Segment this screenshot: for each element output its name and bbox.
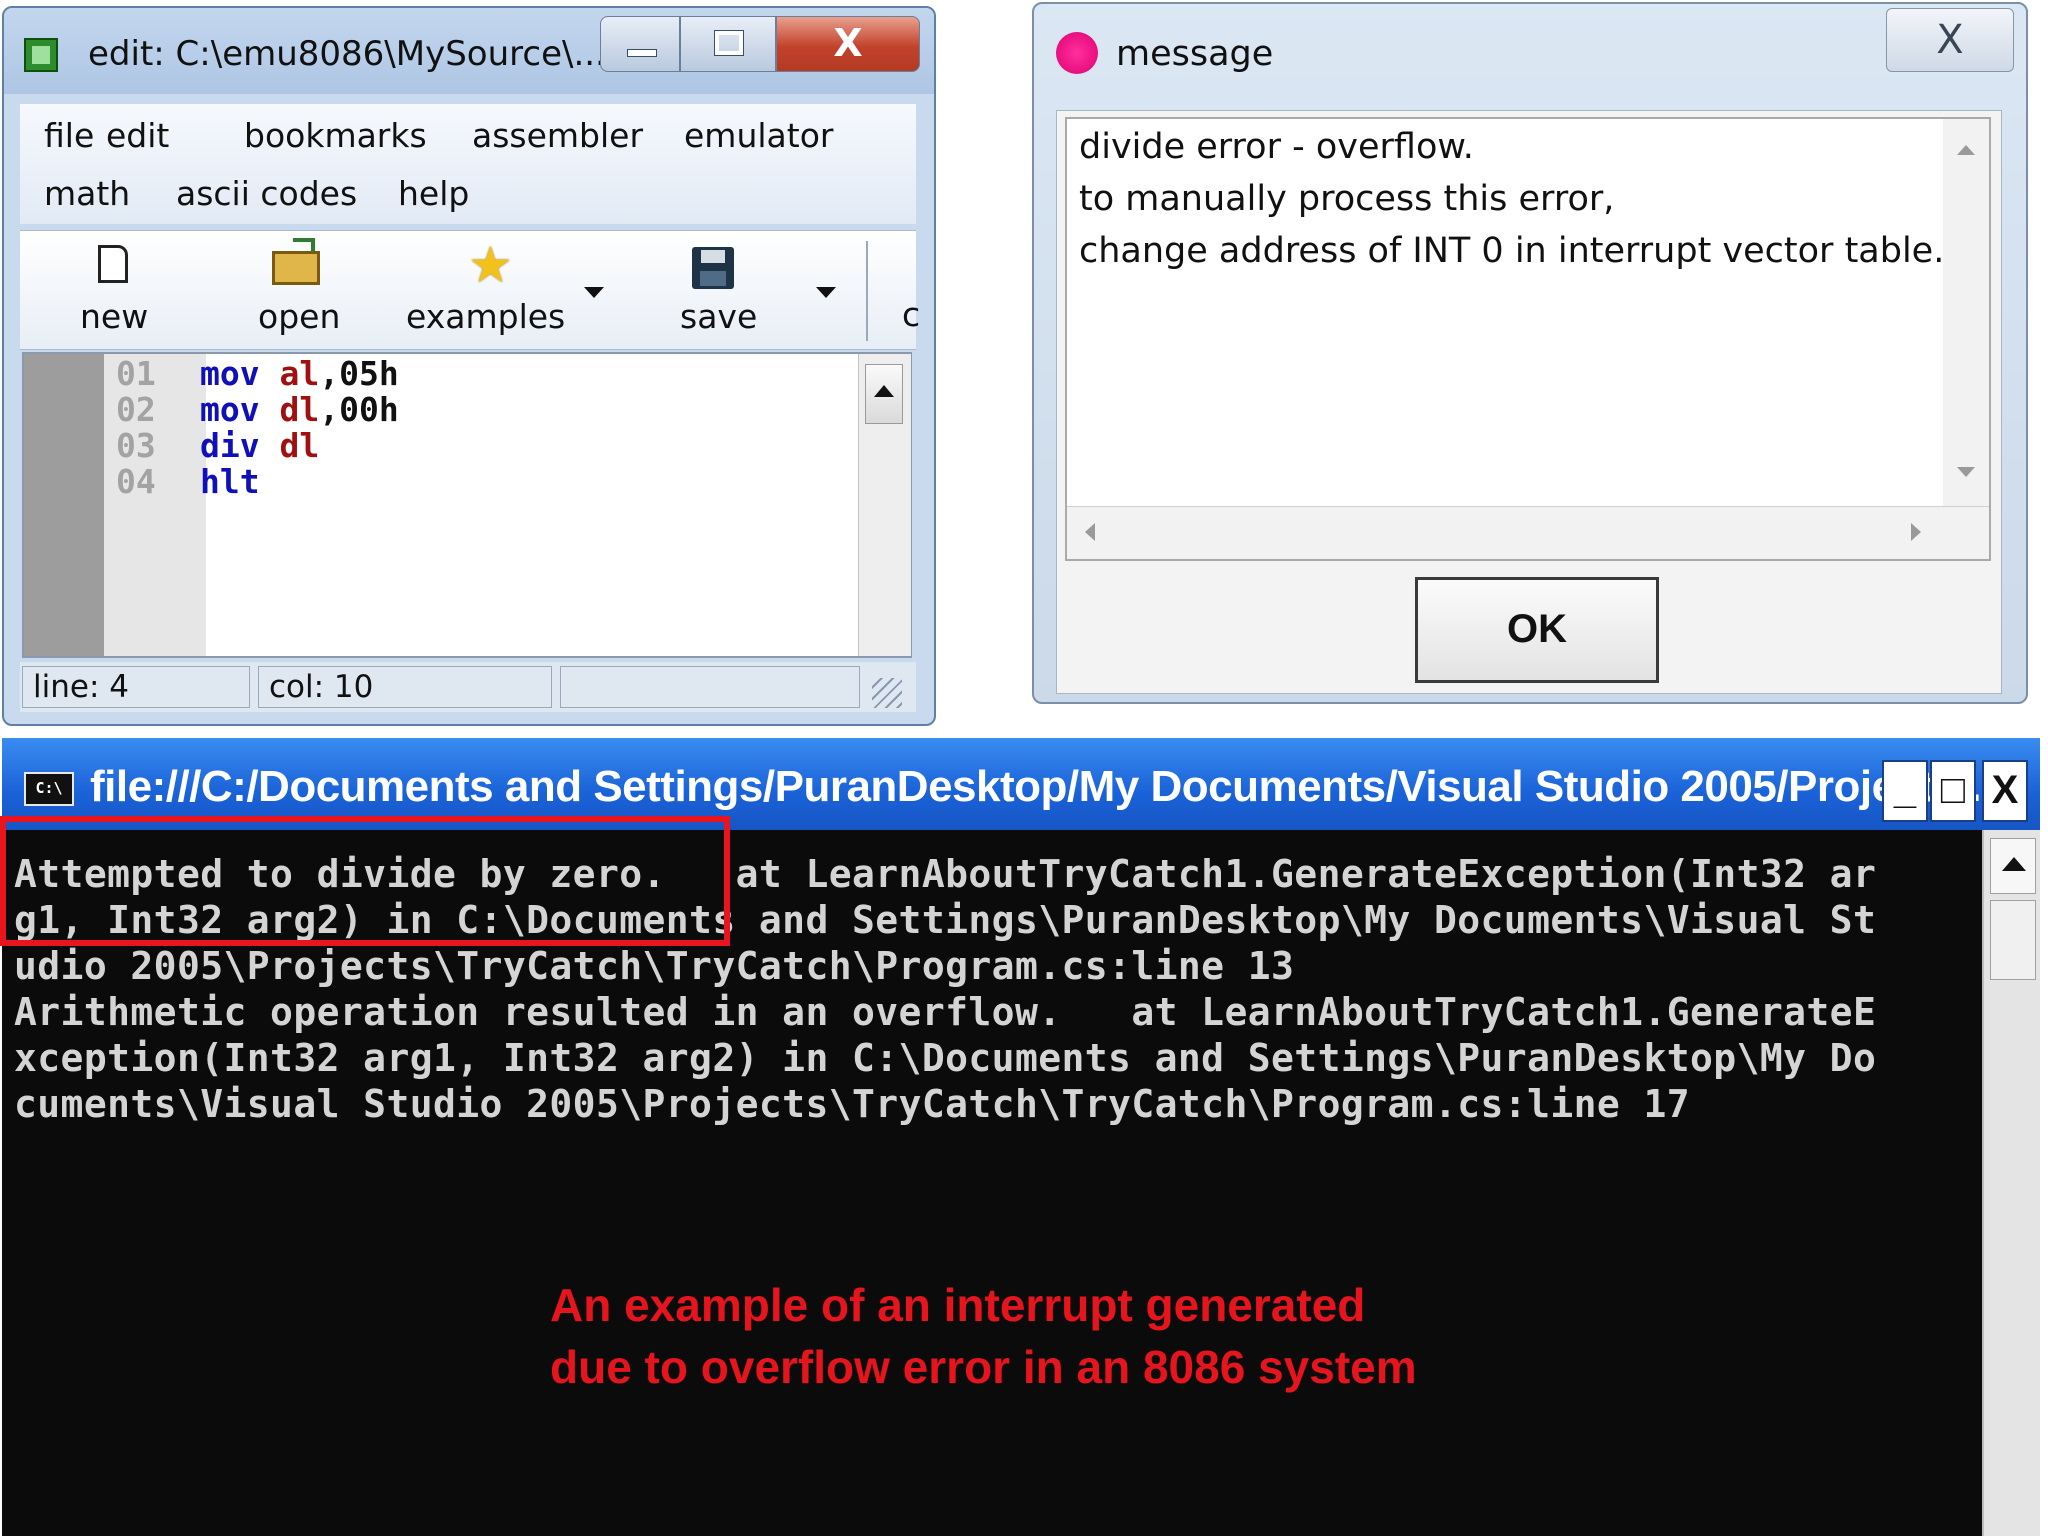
editor-window: edit: C:\emu8086\MySource\... X file edi… <box>2 6 936 726</box>
menu-emulator[interactable]: emulator <box>684 116 833 155</box>
scroll-thumb[interactable] <box>1990 900 2036 980</box>
new-label: new <box>80 297 149 336</box>
bookmark-gutter[interactable] <box>24 354 104 656</box>
minimize-button[interactable] <box>600 16 680 72</box>
code-reg: dl <box>279 390 320 429</box>
menu-help[interactable]: help <box>398 174 469 213</box>
dialog-close-button[interactable]: X <box>1886 8 2014 72</box>
ok-button[interactable]: OK <box>1415 577 1659 683</box>
editor-title-bar[interactable]: edit: C:\emu8086\MySource\... X <box>4 8 934 94</box>
save-dropdown-icon[interactable] <box>816 287 836 298</box>
scroll-right-arrow-icon[interactable] <box>1911 523 1921 541</box>
scroll-up-arrow-icon[interactable] <box>1990 838 2036 894</box>
code-reg: al <box>279 354 320 393</box>
close-icon: X <box>833 21 863 65</box>
menu-file[interactable]: file <box>44 116 94 155</box>
status-line: line: 4 <box>22 666 250 708</box>
examples-dropdown-icon[interactable] <box>584 287 604 298</box>
menu-bar: file edit bookmarks assembler emulator m… <box>20 104 916 224</box>
maximize-icon: □ <box>1940 768 1966 812</box>
open-label: open <box>258 297 341 336</box>
maximize-button[interactable] <box>680 16 776 72</box>
save-label: save <box>680 297 758 336</box>
console-maximize-button[interactable]: □ <box>1930 760 1976 822</box>
code-line-3[interactable]: div dl <box>200 426 319 465</box>
menu-math[interactable]: math <box>44 174 130 213</box>
console-line: udio 2005\Projects\TryCatch\TryCatch\Pro… <box>14 944 1295 988</box>
line-number: 01 <box>116 354 156 393</box>
caption-line-1: An example of an interrupt generated <box>550 1279 1366 1331</box>
message-horizontal-scrollbar[interactable] <box>1067 506 1989 559</box>
message-title: message <box>1116 34 1274 74</box>
line-number: 03 <box>116 426 156 465</box>
floppy-disk-icon <box>692 247 734 289</box>
editor-vertical-scrollbar[interactable] <box>858 354 911 656</box>
examples-label: examples <box>406 297 566 336</box>
message-vertical-scrollbar[interactable] <box>1943 119 1989 507</box>
menu-bookmarks[interactable]: bookmarks <box>244 116 427 155</box>
message-line: change address of INT 0 in interrupt vec… <box>1079 231 1945 271</box>
toolbar: new open ★ examples save c <box>20 230 920 350</box>
message-textbox[interactable]: divide error - overflow. to manually pro… <box>1065 117 1991 561</box>
code-line-4[interactable]: hlt <box>200 462 260 501</box>
minimize-icon: _ <box>1893 768 1917 812</box>
code-op: div <box>200 426 260 465</box>
scroll-up-arrow-icon[interactable] <box>865 364 903 424</box>
console-title: file:///C:/Documents and Settings/PuranD… <box>90 762 1993 811</box>
menu-ascii-codes[interactable]: ascii codes <box>176 174 357 213</box>
maximize-icon <box>714 30 744 56</box>
console-vertical-scrollbar[interactable] <box>1982 830 2040 1536</box>
console-line: Arithmetic operation resulted in an over… <box>14 990 1877 1034</box>
scroll-down-arrow-icon[interactable] <box>1957 467 1975 477</box>
resize-grip-icon[interactable] <box>872 678 902 708</box>
toolbar-separator <box>866 241 868 341</box>
toolbar-overflow-label[interactable]: c <box>902 295 920 334</box>
status-bar: line: 4 col: 10 <box>20 662 916 712</box>
menu-edit[interactable]: edit <box>106 116 169 155</box>
code-op: hlt <box>200 462 260 501</box>
chip-icon <box>24 38 58 72</box>
scroll-left-arrow-icon[interactable] <box>1085 523 1095 541</box>
minimize-icon <box>627 49 657 57</box>
code-operand: ,00h <box>319 390 399 429</box>
code-editor[interactable]: 01 mov al,05h 02 mov dl,00h 03 div dl 04… <box>22 352 912 658</box>
editor-title: edit: C:\emu8086\MySource\... <box>88 34 606 74</box>
console-close-button[interactable]: X <box>1982 760 2028 822</box>
message-line: divide error - overflow. <box>1079 127 1474 167</box>
message-panel: divide error - overflow. to manually pro… <box>1056 110 2002 694</box>
scroll-up-arrow-icon[interactable] <box>1957 145 1975 155</box>
message-icon <box>1056 32 1098 74</box>
code-reg: dl <box>279 426 320 465</box>
console-icon: C:\ <box>24 772 74 806</box>
code-line-2[interactable]: mov dl,00h <box>200 390 399 429</box>
code-op: mov <box>200 390 260 429</box>
line-number: 02 <box>116 390 156 429</box>
status-col: col: 10 <box>258 666 552 708</box>
highlight-box <box>0 816 730 946</box>
code-line-1[interactable]: mov al,05h <box>200 354 399 393</box>
console-minimize-button[interactable]: _ <box>1882 760 1928 822</box>
message-dialog: message X divide error - overflow. to ma… <box>1032 2 2028 704</box>
status-extra <box>560 666 860 708</box>
close-icon: X <box>1991 768 2019 812</box>
line-number: 04 <box>116 462 156 501</box>
open-folder-icon <box>272 238 320 285</box>
console-line: xception(Int32 arg1, Int32 arg2) in C:\D… <box>14 1036 1877 1080</box>
caption-line-2: due to overflow error in an 8086 system <box>550 1341 1417 1393</box>
close-icon: X <box>1936 17 1964 63</box>
code-operand: ,05h <box>319 354 399 393</box>
message-line: to manually process this error, <box>1079 179 1615 219</box>
console-line: cuments\Visual Studio 2005\Projects\TryC… <box>14 1082 1691 1126</box>
close-button[interactable]: X <box>776 16 920 72</box>
star-icon: ★ <box>468 236 513 294</box>
code-op: mov <box>200 354 260 393</box>
menu-assembler[interactable]: assembler <box>472 116 643 155</box>
new-file-icon <box>98 245 128 283</box>
